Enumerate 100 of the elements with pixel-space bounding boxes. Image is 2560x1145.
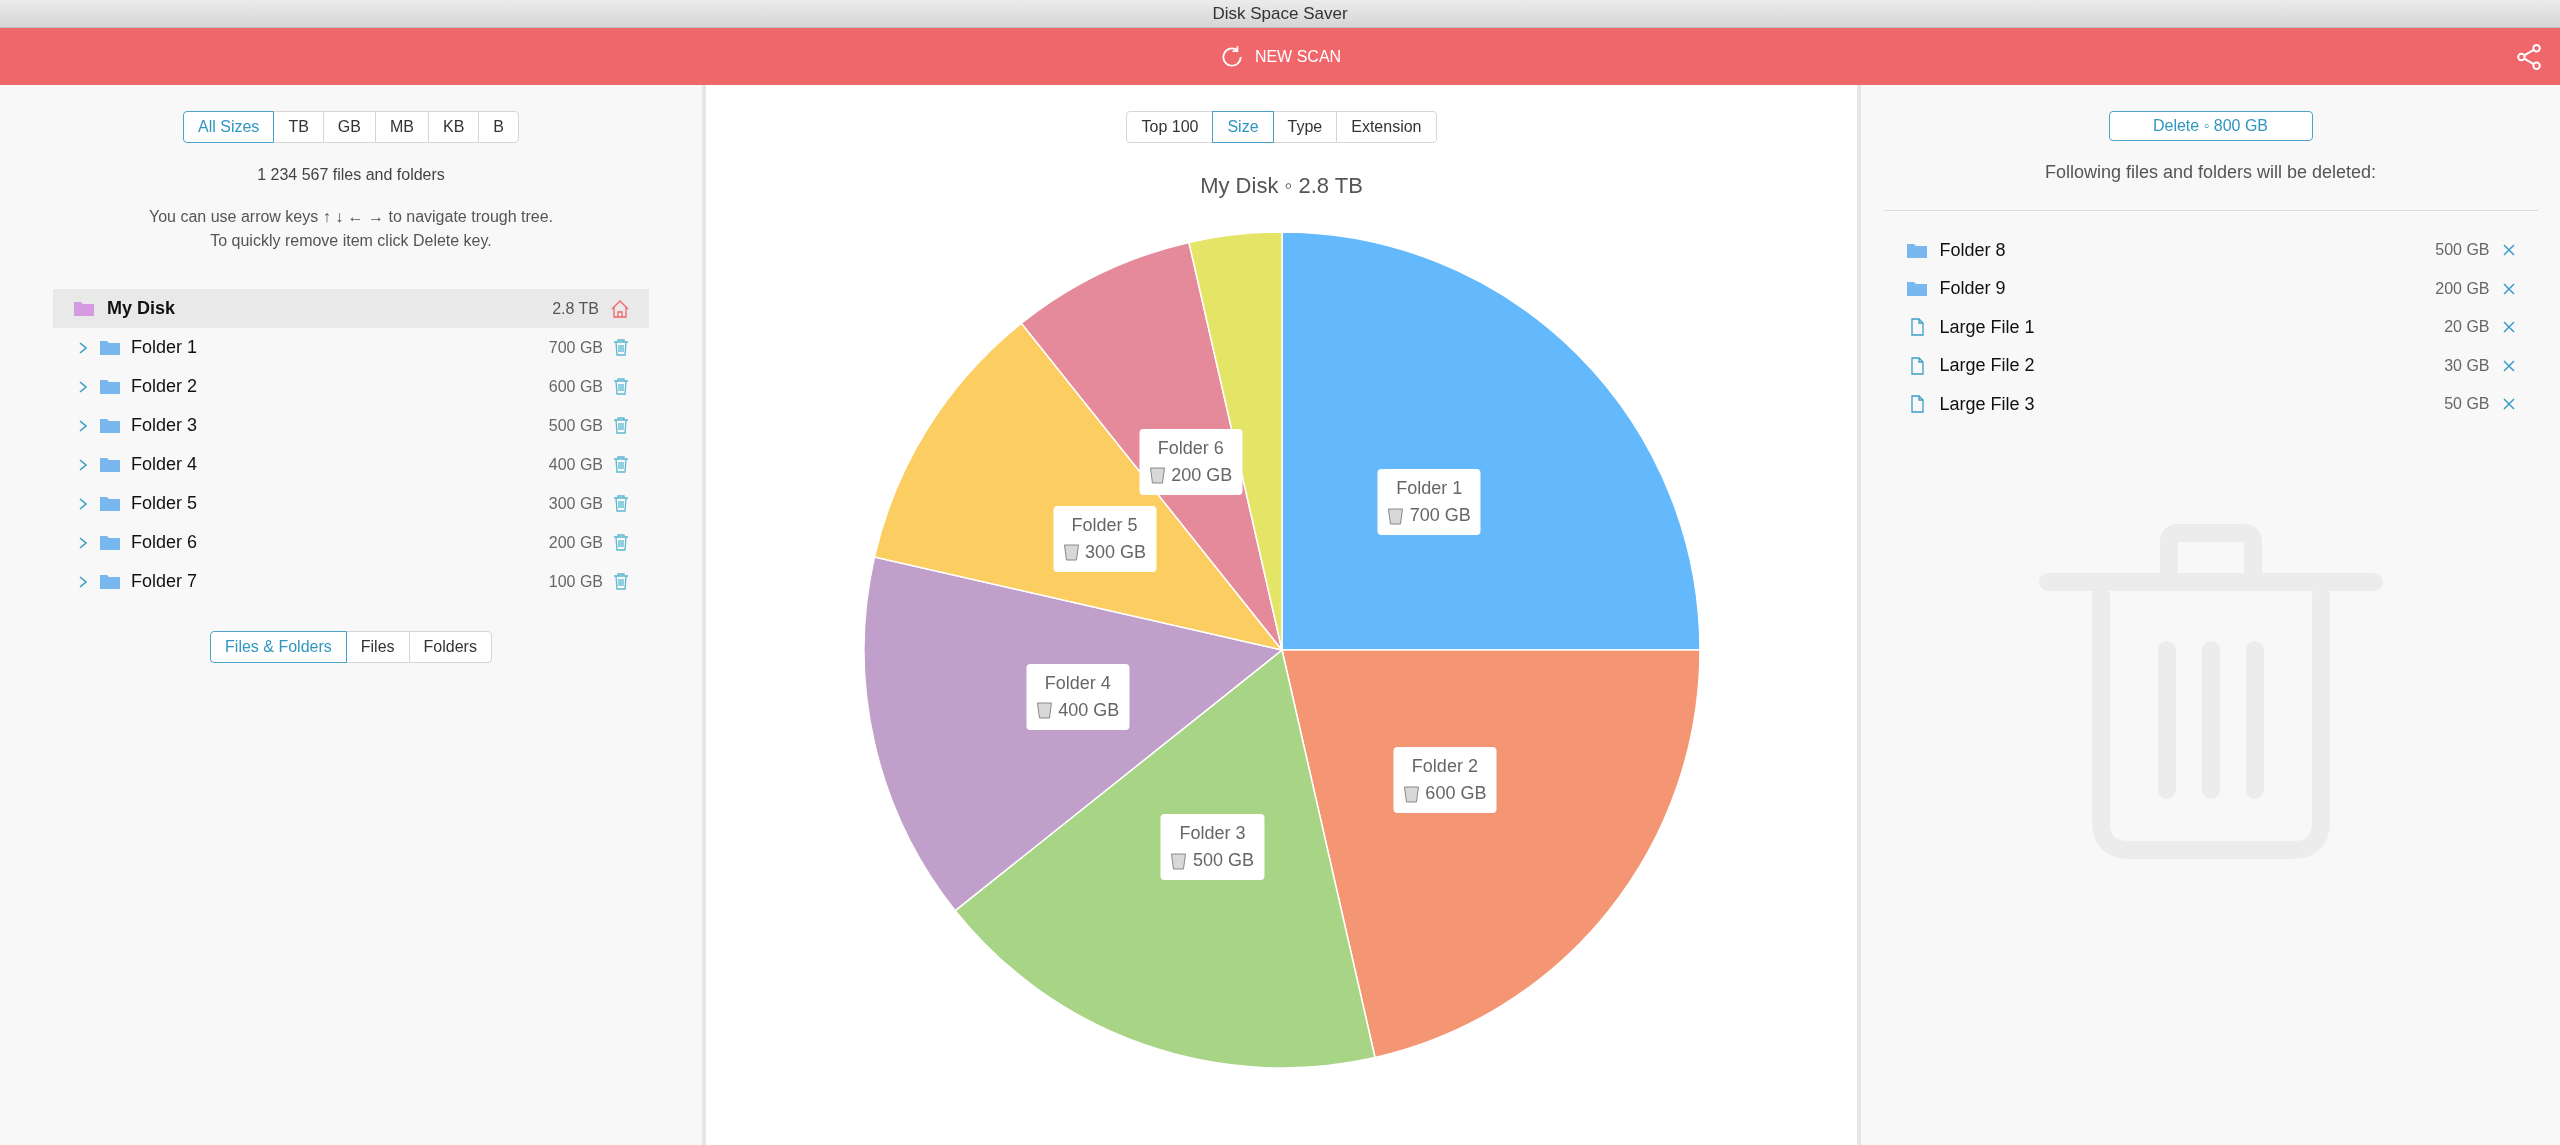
tree-label: Folder 2 (131, 375, 199, 398)
tree-label: My Disk (107, 297, 177, 320)
remove-icon[interactable] (2501, 358, 2516, 373)
folder-icon (1905, 241, 1928, 259)
folder-icon (99, 378, 121, 395)
segment-tab[interactable]: Files (345, 631, 410, 663)
trash-icon (1063, 543, 1079, 562)
slice-name: Folder 4 (1044, 671, 1111, 695)
chevron-icon[interactable] (77, 496, 89, 511)
trash-icon (613, 534, 629, 551)
folder-icon (99, 534, 121, 551)
slice-name: Folder 1 (1396, 477, 1463, 501)
tree-row[interactable]: Folder 7 100 GB (53, 562, 649, 601)
home-icon[interactable] (611, 299, 629, 318)
segment-tab[interactable]: Top 100 (1126, 111, 1214, 143)
hint-text: To quickly remove item click Delete key. (210, 231, 492, 251)
tree-row[interactable]: Folder 6 200 GB (53, 523, 649, 562)
slice-value: 200 GB (1171, 463, 1233, 487)
slice-name: Folder 3 (1179, 822, 1246, 846)
item-name: Folder 9 (1939, 277, 2007, 301)
segment-tab[interactable]: Extension (1336, 111, 1437, 143)
share-icon[interactable] (2516, 43, 2542, 70)
slice-value: 700 GB (1409, 504, 1471, 528)
slice-name: Folder 6 (1157, 436, 1224, 460)
tree-label: Folder 4 (131, 453, 199, 476)
chart-title: My Disk ◦ 2.8 TB (1200, 172, 1363, 200)
folder-icon (99, 456, 121, 473)
tree-label: Folder 6 (131, 531, 199, 554)
folder-icon (73, 300, 95, 317)
chevron-icon[interactable] (77, 574, 89, 589)
folder-icon (99, 495, 121, 512)
chevron-icon[interactable] (77, 418, 89, 433)
folder-icon (99, 417, 121, 434)
slice-value: 400 GB (1058, 698, 1120, 722)
remove-icon[interactable] (2501, 397, 2516, 412)
folder-icon (1905, 280, 1928, 298)
trash-icon (1036, 701, 1053, 719)
tree-row[interactable]: Folder 4 400 GB (53, 445, 649, 484)
tree-row[interactable]: Folder 2 600 GB (53, 367, 649, 406)
trash-icon (613, 456, 629, 473)
trash-icon (1387, 506, 1404, 525)
trash-icon (613, 378, 629, 395)
tree-label: Folder 3 (131, 414, 199, 437)
slice-value: 500 GB (1192, 849, 1254, 873)
segment-tab[interactable]: B (478, 111, 519, 143)
item-name: Large File 2 (1939, 354, 2036, 378)
tree-size: 300 GB (548, 493, 603, 514)
hint-text: You can use arrow keys ↑ ↓ ← → to navigate trough tree. (148, 207, 554, 227)
chevron-icon[interactable] (77, 340, 89, 355)
trash-icon (613, 495, 629, 512)
tree-row[interactable]: My Disk 2.8 TB (53, 289, 649, 328)
tree-size: 600 GB (548, 376, 603, 397)
chevron-icon[interactable] (77, 379, 89, 394)
folder-icon (99, 573, 121, 590)
remove-icon[interactable] (2501, 320, 2516, 335)
trash-icon (613, 339, 629, 356)
delete-caption: Following files and folders will be deleted: (2044, 161, 2377, 184)
trash-icon (613, 573, 629, 590)
slice-value: 600 GB (1425, 782, 1487, 806)
segment-tab[interactable]: Type (1272, 111, 1338, 143)
segment-tab[interactable]: KB (427, 111, 480, 143)
window-title: Disk Space Saver (1212, 2, 1348, 25)
item-size: 30 GB (2444, 355, 2490, 376)
tree-row[interactable]: Folder 1 700 GB (53, 328, 649, 367)
segment-tab[interactable]: GB (322, 111, 376, 143)
item-name: Large File 1 (1939, 315, 2036, 339)
tree-row[interactable]: Folder 3 500 GB (53, 406, 649, 445)
segment-tab[interactable]: TB (273, 111, 324, 143)
tree-size: 200 GB (548, 532, 603, 553)
trash-icon (1149, 466, 1166, 485)
item-count: 1 234 567 files and folders (257, 165, 445, 185)
slice-name: Folder 5 (1071, 513, 1138, 537)
tree-label: Folder 1 (131, 336, 199, 359)
tree-label: Folder 5 (131, 492, 199, 515)
chevron-icon[interactable] (77, 457, 89, 472)
delete-button[interactable]: Delete ◦ 800 GB (2108, 111, 2313, 141)
tree-size: 700 GB (548, 337, 603, 358)
item-name: Folder 8 (1939, 238, 2007, 262)
tree-size: 2.8 TB (552, 298, 599, 319)
trash-icon (1170, 851, 1187, 870)
remove-icon[interactable] (2501, 243, 2516, 258)
tree-size: 400 GB (548, 454, 603, 475)
item-size: 200 GB (2435, 278, 2490, 299)
item-name: Large File 3 (1939, 392, 2036, 416)
item-size: 20 GB (2444, 317, 2490, 338)
chevron-icon[interactable] (77, 535, 89, 550)
trash-icon (613, 417, 629, 434)
segment-tab[interactable]: Folders (408, 631, 492, 663)
slice-value: 300 GB (1085, 540, 1147, 564)
slice-name: Folder 2 (1411, 755, 1478, 779)
item-size: 50 GB (2444, 394, 2490, 415)
tree-row[interactable]: Folder 5 300 GB (53, 484, 649, 523)
segment-tab[interactable]: MB (374, 111, 429, 143)
folder-icon (99, 339, 121, 356)
remove-icon[interactable] (2501, 281, 2516, 296)
tree-size: 100 GB (548, 571, 603, 592)
tree-label: Folder 7 (131, 570, 199, 593)
item-size: 500 GB (2435, 240, 2490, 261)
tree-size: 500 GB (548, 415, 603, 436)
trash-icon (1403, 784, 1420, 803)
